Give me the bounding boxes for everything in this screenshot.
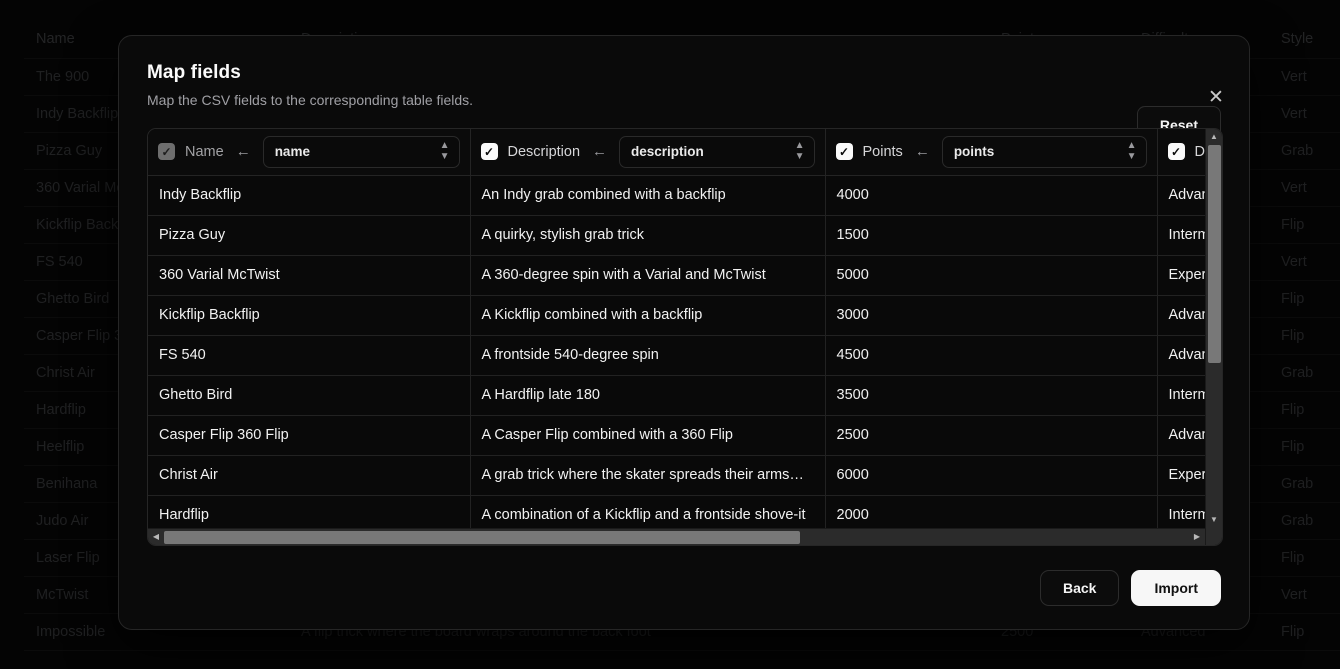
field-mapping-scroll-area[interactable]: ✓ Name ← name ▲ ▼ ✓ Description ← description ▲ ▼ ✓ P… [148,129,1222,545]
vertical-scrollbar[interactable]: ▲ ▼ [1205,129,1222,545]
back-button[interactable]: Back [1039,570,1120,606]
cell-description: A quirky, stylish grab trick [470,215,826,256]
arrow-left-icon: ← [914,143,930,161]
cell-points: 3500 [825,375,1158,416]
csv-field-select-value: name [274,144,310,160]
cell-name: FS 540 [148,335,471,376]
csv-field-select-value: description [631,144,704,160]
checkbox-points[interactable]: ✓ [835,143,853,161]
cell-name: Pizza Guy [148,215,471,256]
cell-points: 2500 [825,415,1158,456]
cell-name: Ghetto Bird [148,375,471,416]
field-label-points: Points [862,143,903,160]
cell-points: 5000 [825,255,1158,296]
cell-name: Casper Flip 360 Flip [148,415,471,456]
dialog-footer: Back Import [1039,570,1221,606]
csv-field-select-description[interactable]: description ▲ ▼ [619,135,815,168]
csv-field-select-points[interactable]: points ▲ ▼ [941,135,1147,168]
table-row[interactable]: Ghetto Bird A Hardflip late 180 3500 Interm… [148,375,1222,416]
cell-name: Christ Air [148,455,471,496]
cell-name: Kickflip Backflip [148,295,471,336]
checkbox-difficulty[interactable]: ✓ [1167,143,1185,161]
cell-description: An Indy grab combined with a backflip [470,175,826,216]
csv-field-select-name[interactable]: name ▲ ▼ [262,135,460,168]
arrow-left-icon: ← [235,143,251,161]
table-row[interactable]: Christ Air A grab trick where the skater … [148,455,1222,496]
import-button[interactable]: Import [1131,570,1221,606]
csv-field-select-value: points [953,144,995,160]
field-label-description: Description [507,143,581,160]
field-mapping-table: ✓ Name ← name ▲ ▼ ✓ Description ← description ▲ ▼ ✓ P… [148,129,1222,536]
horizontal-scrollbar-thumb[interactable] [164,531,800,544]
page-title: Map fields [147,62,241,83]
field-label-name: Name [185,143,224,160]
cell-description: A grab trick where the skater spreads th… [470,455,826,496]
table-row[interactable]: Kickflip Backflip A Kickflip combined wit… [148,295,1222,336]
table-row[interactable]: FS 540 A frontside 540-degree spin 4500 Adv… [148,335,1222,376]
cell-description: A frontside 540-degree spin [470,335,826,376]
cell-description: A 360-degree spin with a Varial and McTw… [470,255,826,296]
field-mapping-header-name: ✓ Name ← name ▲ ▼ [148,129,471,176]
checkbox-description[interactable]: ✓ [480,143,498,161]
cell-points: 1500 [825,215,1158,256]
field-mapping-table-frame: ✓ Name ← name ▲ ▼ ✓ Description ← description ▲ ▼ ✓ P… [147,128,1223,546]
cell-name: 360 Varial McTwist [148,255,471,296]
dialog-subtitle: Map the CSV fields to the corresponding … [147,92,474,108]
table-row[interactable]: Casper Flip 360 Flip A Casper Flip combin… [148,415,1222,456]
cell-points: 4500 [825,335,1158,376]
field-mapping-header-description: ✓ Description ← description ▲ ▼ [470,129,826,176]
cell-description: A Hardflip late 180 [470,375,826,416]
scroll-down-icon[interactable]: ▼ [1206,512,1222,528]
map-fields-dialog: ✕ Map fields Map the CSV fields to the c… [118,35,1250,630]
cell-points: 4000 [825,175,1158,216]
field-mapping-header-row: ✓ Name ← name ▲ ▼ ✓ Description ← description ▲ ▼ ✓ P… [148,129,1222,176]
scroll-up-icon[interactable]: ▲ [1206,129,1222,145]
horizontal-scrollbar-track[interactable] [164,529,1189,545]
scroll-left-icon[interactable]: ◀ [148,533,164,541]
vertical-scrollbar-thumb[interactable] [1208,145,1221,363]
chevron-up-down-icon: ▲ ▼ [794,140,805,163]
table-row[interactable]: Indy Backflip An Indy grab combined with … [148,175,1222,216]
cell-name: Indy Backflip [148,175,471,216]
scroll-right-icon[interactable]: ▶ [1189,533,1205,541]
field-mapping-body: Indy Backflip An Indy grab combined with … [148,175,1222,536]
chevron-up-down-icon: ▲ ▼ [1126,140,1137,163]
table-row[interactable]: 360 Varial McTwist A 360-degree spin with… [148,255,1222,296]
cell-description: A Kickflip combined with a backflip [470,295,826,336]
cell-description: A Casper Flip combined with a 360 Flip [470,415,826,456]
checkbox-name: ✓ [158,143,175,161]
arrow-left-icon: ← [592,143,608,161]
cell-points: 6000 [825,455,1158,496]
table-row[interactable]: Pizza Guy A quirky, stylish grab trick 150… [148,215,1222,256]
field-mapping-header-points: ✓ Points ← points ▲ ▼ [825,129,1158,176]
chevron-up-down-icon: ▲ ▼ [439,140,450,163]
horizontal-scrollbar[interactable]: ◀ ▶ [148,528,1205,545]
cell-points: 3000 [825,295,1158,336]
